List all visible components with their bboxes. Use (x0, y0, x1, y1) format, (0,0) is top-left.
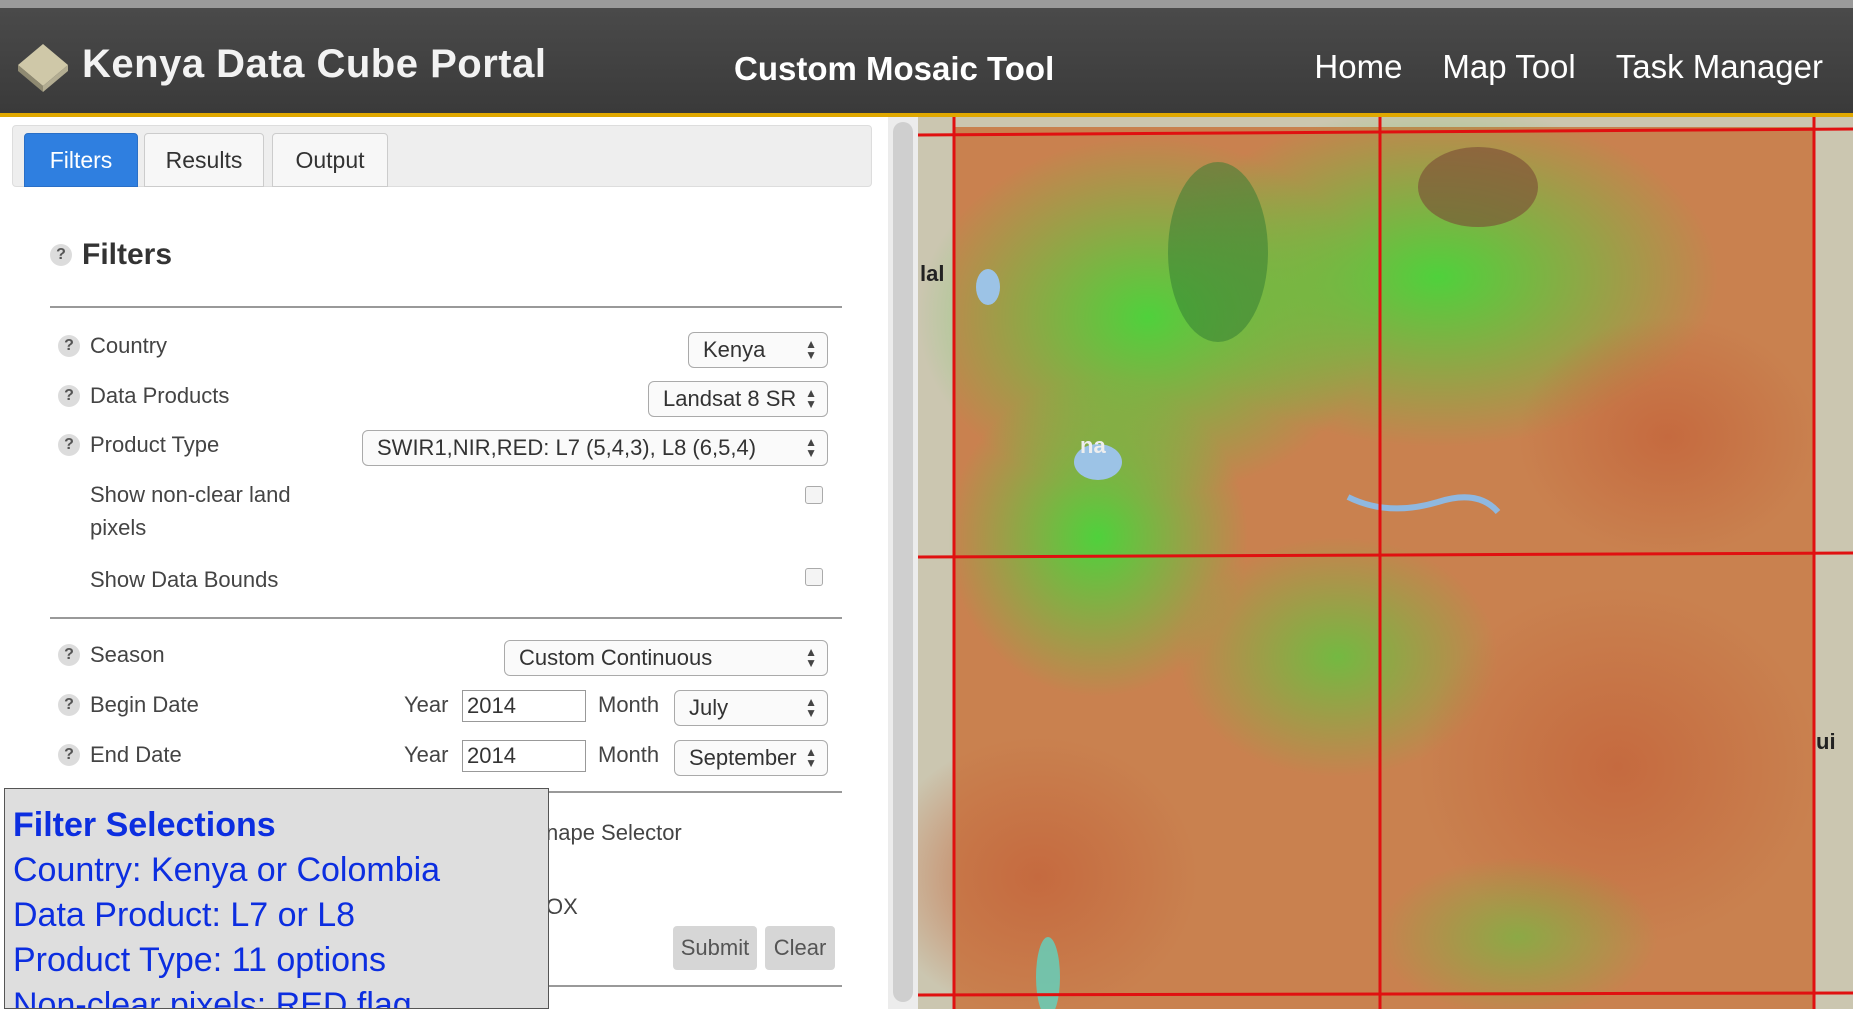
panel-scrollbar-thumb[interactable] (893, 122, 913, 1002)
begin-month-select[interactable]: July ▲ ▼ (674, 690, 828, 726)
non-clear-pixels-checkbox[interactable] (805, 486, 823, 504)
tab-filters[interactable]: Filters (24, 133, 138, 187)
satellite-mosaic (918, 117, 1853, 1009)
main-nav: Home Map Tool Task Manager (1314, 48, 1823, 86)
end-month-select[interactable]: September ▲ ▼ (674, 740, 828, 776)
end-month-label: Month (598, 742, 660, 767)
updown-arrows-icon: ▲ ▼ (805, 337, 817, 362)
help-icon[interactable]: ? (50, 244, 72, 266)
begin-date-row: ? Begin Date (58, 692, 199, 718)
help-icon[interactable]: ? (58, 644, 80, 666)
nav-home-link[interactable]: Home (1314, 48, 1402, 86)
callout-line: Country: Kenya or Colombia (13, 851, 441, 889)
map-place-label: lal (920, 261, 945, 286)
data-bounds-checkbox[interactable] (805, 568, 823, 586)
begin-year-label: Year (404, 692, 449, 717)
product-type-select[interactable]: SWIR1,NIR,RED: L7 (5,4,3), L8 (6,5,4) ▲ ▼ (362, 430, 828, 466)
data-bounds-label: Show Data Bounds (90, 567, 279, 592)
updown-arrows-icon: ▲ ▼ (805, 695, 817, 720)
updown-arrows-icon: ▲ ▼ (805, 435, 817, 460)
help-icon[interactable]: ? (58, 694, 80, 716)
product-type-label: Product Type (90, 432, 220, 457)
brand-title[interactable]: Kenya Data Cube Portal (82, 42, 546, 87)
country-select[interactable]: Kenya ▲ ▼ (688, 332, 828, 368)
divider (50, 306, 842, 308)
end-date-row: ? End Date (58, 742, 182, 768)
country-label: Country (90, 333, 168, 358)
clear-button[interactable]: Clear (765, 926, 835, 970)
tab-results[interactable]: Results (144, 133, 264, 187)
end-year-input[interactable]: 2014 (462, 740, 586, 772)
callout-line: Non-clear pixels: RED flag (13, 986, 412, 1009)
season-row: ? Season (58, 642, 165, 668)
begin-month-select-value: July (689, 695, 729, 720)
map-place-label: na (1080, 433, 1106, 458)
callout-line: Data Product: L7 or L8 (13, 896, 356, 934)
help-icon[interactable]: ? (58, 744, 80, 766)
begin-month-label: Month (598, 692, 660, 717)
end-year-label: Year (404, 742, 449, 767)
map-place-label: ui (1816, 729, 1836, 754)
help-icon[interactable]: ? (58, 434, 80, 456)
bounding-box-label: ox (546, 894, 578, 919)
non-clear-pixels-label: Show non-clear land pixels (90, 482, 291, 540)
data-products-select[interactable]: Landsat 8 SR ▲ ▼ (648, 381, 828, 417)
updown-arrows-icon: ▲ ▼ (805, 745, 817, 770)
season-label: Season (90, 642, 165, 667)
country-row: ? Country (58, 333, 167, 359)
cube-logo-icon (18, 44, 68, 92)
submit-button[interactable]: Submit (673, 926, 757, 970)
end-month-select-value: September (689, 745, 797, 770)
season-select-value: Custom Continuous (519, 645, 713, 670)
page-title: Custom Mosaic Tool (734, 50, 1055, 87)
callout-line: Product Type: 11 options (13, 941, 386, 979)
data-products-label: Data Products (90, 383, 230, 408)
divider (50, 617, 842, 619)
updown-arrows-icon: ▲ ▼ (805, 645, 817, 670)
top-navbar: Kenya Data Cube Portal Custom Mosaic Too… (0, 0, 1853, 117)
country-select-value: Kenya (703, 337, 766, 362)
data-products-select-value: Landsat 8 SR (663, 386, 797, 411)
nav-task-manager-link[interactable]: Task Manager (1616, 48, 1823, 86)
map-view[interactable]: lal na ui (918, 117, 1853, 1009)
filter-selections-callout: Filter Selections Country: Kenya or Colo… (4, 788, 549, 1009)
product-type-row: ? Product Type (58, 432, 219, 458)
nav-map-tool-link[interactable]: Map Tool (1442, 48, 1575, 86)
callout-title: Filter Selections (13, 806, 276, 844)
shape-selector-label: nape Selector (546, 820, 682, 845)
begin-year-input[interactable]: 2014 (462, 690, 586, 722)
help-icon[interactable]: ? (58, 335, 80, 357)
updown-arrows-icon: ▲ ▼ (805, 386, 817, 411)
product-type-select-value: SWIR1,NIR,RED: L7 (5,4,3), L8 (6,5,4) (377, 435, 757, 460)
tab-output[interactable]: Output (272, 133, 388, 187)
season-select[interactable]: Custom Continuous ▲ ▼ (504, 640, 828, 676)
filters-heading-text: Filters (82, 238, 173, 271)
end-date-label: End Date (90, 742, 182, 767)
begin-date-label: Begin Date (90, 692, 199, 717)
data-products-row: ? Data Products (58, 383, 229, 409)
filters-heading: ? Filters (50, 238, 172, 272)
tab-bar (12, 125, 872, 187)
help-icon[interactable]: ? (58, 385, 80, 407)
